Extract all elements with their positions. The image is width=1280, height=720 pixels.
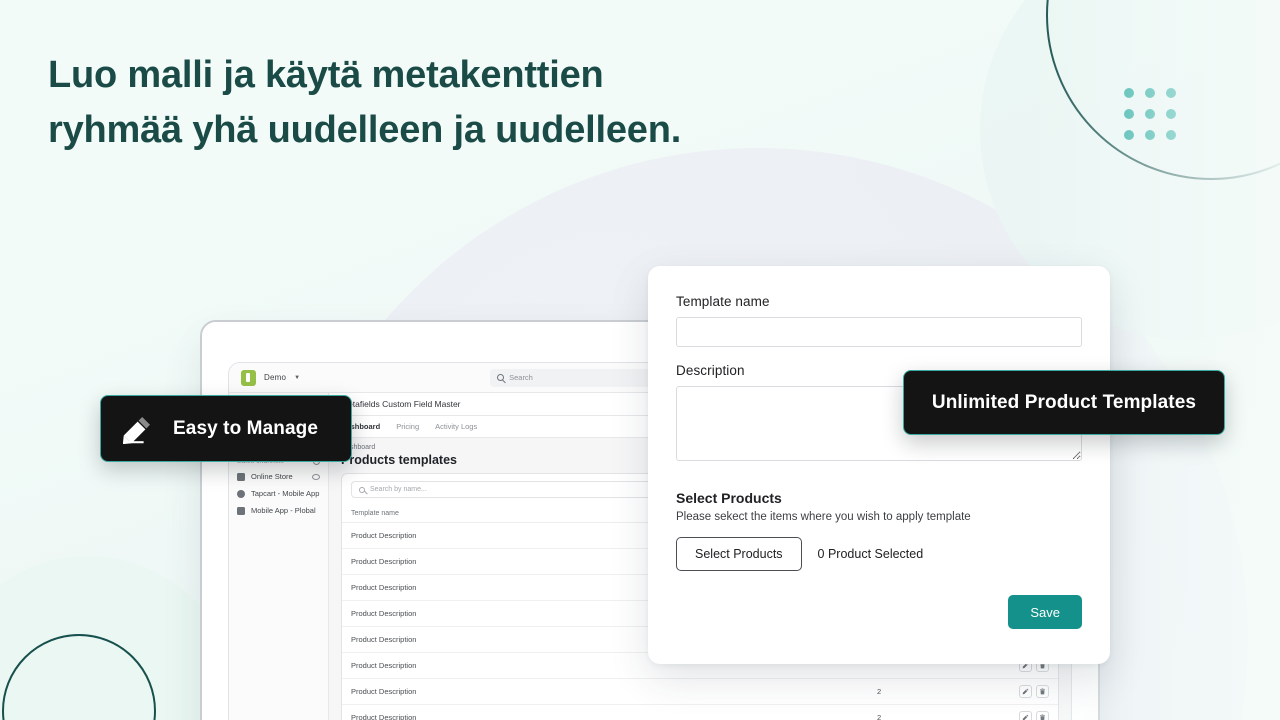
tab-activity-logs[interactable]: Activity Logs bbox=[435, 422, 477, 431]
sidebar-item-label: Online Store bbox=[251, 472, 293, 481]
search-placeholder: Search bbox=[509, 373, 533, 382]
form-actions: Save bbox=[676, 595, 1082, 629]
delete-icon[interactable] bbox=[1036, 711, 1049, 720]
select-products-button[interactable]: Select Products bbox=[676, 537, 802, 571]
template-name-input[interactable] bbox=[676, 317, 1082, 347]
sidebar-item-online-store[interactable]: Online Store bbox=[229, 468, 328, 485]
badge-label: Easy to Manage bbox=[173, 417, 319, 439]
search-icon bbox=[359, 486, 365, 493]
badge-label: Unlimited Product Templates bbox=[931, 391, 1197, 413]
cell-actions bbox=[988, 704, 1058, 720]
selected-count-text: 0 Product Selected bbox=[817, 547, 924, 561]
sidebar-item-label: Tapcart - Mobile App bbox=[251, 489, 320, 498]
select-products-subtitle: Please sekect the items where you wish t… bbox=[676, 511, 971, 523]
search-icon bbox=[497, 374, 505, 381]
edit-icon[interactable] bbox=[1019, 711, 1032, 720]
chevron-down-icon[interactable]: ▼ bbox=[294, 375, 300, 381]
cell-actions bbox=[988, 678, 1058, 705]
store-name[interactable]: Demo bbox=[264, 373, 286, 382]
dot-grid-decoration bbox=[1124, 88, 1176, 140]
shopify-logo-icon bbox=[241, 369, 256, 386]
cell-count: 2 bbox=[868, 678, 988, 705]
tapcart-icon bbox=[237, 489, 245, 498]
page-title: Luo malli ja käytä metakenttien ryhmää y… bbox=[48, 48, 748, 158]
pencil-icon bbox=[123, 416, 150, 444]
search-placeholder: Search by name... bbox=[370, 486, 427, 493]
tab-pricing[interactable]: Pricing bbox=[396, 422, 419, 431]
cell-template-name: Product Description bbox=[342, 678, 868, 705]
badge-unlimited-product-templates: Unlimited Product Templates bbox=[903, 370, 1225, 435]
badge-easy-to-manage: Easy to Manage bbox=[100, 395, 352, 462]
delete-icon[interactable] bbox=[1036, 685, 1049, 698]
sidebar-item-tapcart[interactable]: Tapcart - Mobile App bbox=[229, 485, 328, 502]
select-products-row: Select Products 0 Product Selected bbox=[676, 537, 1082, 571]
plobal-icon bbox=[237, 506, 245, 515]
eye-icon[interactable] bbox=[312, 473, 320, 480]
save-button[interactable]: Save bbox=[1008, 595, 1082, 629]
promo-banner: Luo malli ja käytä metakenttien ryhmää y… bbox=[0, 0, 1280, 720]
sidebar-item-label: Mobile App - Plobal bbox=[251, 506, 316, 515]
headline-line-1: Luo malli ja käytä metakenttien bbox=[48, 54, 604, 96]
sidebar-item-plobal[interactable]: Mobile App - Plobal bbox=[229, 502, 328, 519]
store-icon bbox=[237, 472, 245, 481]
template-name-label: Template name bbox=[676, 294, 770, 309]
template-form-card: Template name Description Select Product… bbox=[648, 266, 1110, 664]
edit-icon[interactable] bbox=[1019, 685, 1032, 698]
headline-line-2: ryhmää yhä uudelleen ja uudelleen. bbox=[48, 109, 682, 151]
cell-count: 2 bbox=[868, 704, 988, 720]
cell-template-name: Product Description bbox=[342, 704, 868, 720]
select-products-heading: Select Products bbox=[676, 490, 782, 506]
table-row: Product Description 2 bbox=[342, 678, 1058, 705]
table-row: Product Description 2 bbox=[342, 704, 1058, 720]
